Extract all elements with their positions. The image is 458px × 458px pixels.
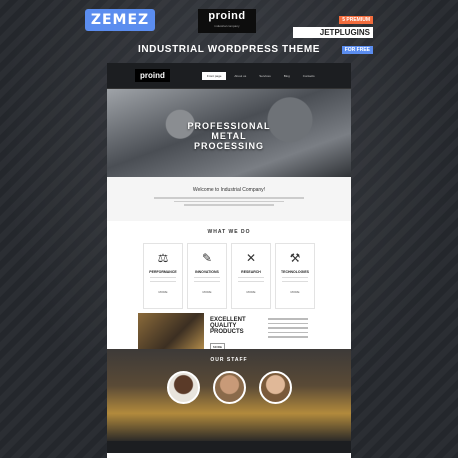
welcome-heading: Welcome to Industrial Company! xyxy=(192,187,266,193)
staff-avatars xyxy=(107,371,351,404)
text-line xyxy=(184,204,274,206)
list-item xyxy=(268,331,308,333)
text-line xyxy=(154,197,304,199)
tools-icon: ✕ xyxy=(245,251,257,265)
text-line xyxy=(194,277,220,278)
quality-line3: PRODUCTS xyxy=(210,329,244,335)
list-item xyxy=(268,327,308,329)
hero-banner: PROFESSIONAL METAL PROCESSING xyxy=(107,89,351,177)
more-link[interactable]: MORE xyxy=(144,290,182,294)
text-line xyxy=(150,281,176,282)
hero-title: PROFESSIONAL METAL PROCESSING xyxy=(107,121,351,151)
menu-item-services[interactable]: Services xyxy=(254,72,276,80)
more-link[interactable]: MORE xyxy=(232,290,270,294)
avatar[interactable] xyxy=(258,371,292,404)
theme-title: INDUSTRIAL WORDPRESS THEME xyxy=(137,44,321,55)
welcome-section: Welcome to Industrial Company! xyxy=(107,177,351,221)
card-title: PERFORMANCE xyxy=(149,270,177,274)
quality-list xyxy=(268,313,318,349)
menu-item-front-page[interactable]: Front page xyxy=(201,71,227,80)
scales-icon: ⚖ xyxy=(157,251,169,265)
logo-tagline: industrial company xyxy=(214,24,240,28)
proind-logo: proind industrial company xyxy=(198,9,256,33)
text-line xyxy=(238,281,264,282)
more-link[interactable]: MORE xyxy=(188,290,226,294)
text-line xyxy=(150,277,176,278)
hero-line3: PROCESSING xyxy=(193,141,264,151)
what-we-do-section: WHAT WE DO ⚖ PERFORMANCE MORE ✎ INNOVATI… xyxy=(107,221,351,313)
site-logo[interactable]: proind xyxy=(135,69,170,82)
card-title: RESEARCH xyxy=(241,270,261,274)
menu-item-blog[interactable]: Blog xyxy=(279,72,295,80)
avatar[interactable] xyxy=(212,371,246,404)
zemez-logo[interactable]: ZEMEZ xyxy=(85,9,155,31)
text-line xyxy=(238,277,264,278)
site-preview: proind Front page About us Services Blog… xyxy=(107,63,351,458)
quality-section: EXCELLENT QUALITY PRODUCTS MORE xyxy=(107,313,351,351)
jet-line1: 5 PREMIUM xyxy=(339,16,373,24)
list-item xyxy=(268,336,308,338)
more-link[interactable]: MORE xyxy=(276,290,314,294)
what-we-do-heading: WHAT WE DO xyxy=(207,229,251,235)
avatar[interactable] xyxy=(166,371,200,404)
site-menu: Front page About us Services Blog Contac… xyxy=(201,71,320,80)
text-line xyxy=(282,281,308,282)
hero-line1: PROFESSIONAL xyxy=(187,121,271,131)
list-item xyxy=(268,318,308,320)
welding-image xyxy=(138,313,204,349)
text-line xyxy=(194,281,220,282)
card-title: INNOVATIONS xyxy=(195,270,219,274)
text-line xyxy=(174,200,284,202)
logo-name: proind xyxy=(208,10,246,22)
pencil-icon: ✎ xyxy=(201,251,213,265)
card-technologies[interactable]: ⚒ TECHNOLOGIES MORE xyxy=(275,243,315,309)
card-title: TECHNOLOGIES xyxy=(280,270,309,274)
our-staff-section: OUR STAFF xyxy=(107,349,351,441)
hero-line2: METAL xyxy=(211,131,247,141)
site-footer xyxy=(107,441,351,453)
site-navbar: proind Front page About us Services Blog… xyxy=(107,63,351,89)
card-research[interactable]: ✕ RESEARCH MORE xyxy=(231,243,271,309)
text-line xyxy=(282,277,308,278)
quality-text: EXCELLENT QUALITY PRODUCTS MORE xyxy=(204,313,268,351)
menu-item-contacts[interactable]: Contacts xyxy=(298,72,320,80)
card-performance[interactable]: ⚖ PERFORMANCE MORE xyxy=(143,243,183,309)
list-item xyxy=(268,322,308,324)
our-staff-heading: OUR STAFF xyxy=(210,357,248,363)
card-innovations[interactable]: ✎ INNOVATIONS MORE xyxy=(187,243,227,309)
menu-item-about[interactable]: About us xyxy=(229,72,251,80)
crane-icon: ⚒ xyxy=(289,251,301,265)
service-cards: ⚖ PERFORMANCE MORE ✎ INNOVATIONS MORE ✕ … xyxy=(107,243,351,309)
jet-line2: JETPLUGINS xyxy=(293,27,373,38)
